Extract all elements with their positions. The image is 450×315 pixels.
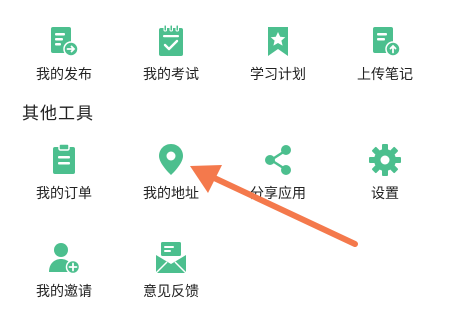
tools-row-2: 我的邀请 意见反馈 [0,234,450,314]
my-exams-label: 我的考试 [143,67,199,83]
my-address-tile[interactable]: 我的地址 [115,136,227,216]
invite-user-icon [46,240,82,276]
location-pin-icon [153,142,189,178]
settings-label: 设置 [371,186,399,202]
section-title-other-tools: 其他工具 [22,104,94,124]
study-plan-tile[interactable]: 学习计划 [222,0,334,83]
share-app-tile[interactable]: 分享应用 [222,136,334,216]
upload-notes-label: 上传笔记 [357,67,413,83]
my-exams-tile[interactable]: 我的考试 [115,0,227,83]
feedback-label: 意见反馈 [143,284,199,300]
note-upload-icon [367,24,403,60]
share-icon [260,142,296,178]
my-invites-label: 我的邀请 [36,284,92,300]
exam-clipboard-icon [153,24,189,60]
my-orders-label: 我的订单 [36,186,92,202]
star-bookmark-icon [260,24,296,60]
order-clipboard-icon [46,142,82,178]
settings-tile[interactable]: 设置 [329,136,441,216]
top-shortcut-row: 我的发布 我的考试 学习计划 上传笔记 [0,0,450,83]
gear-icon [367,142,403,178]
study-plan-label: 学习计划 [250,67,306,83]
upload-notes-tile[interactable]: 上传笔记 [329,0,441,83]
feedback-tile[interactable]: 意见反馈 [115,234,227,314]
my-invites-tile[interactable]: 我的邀请 [8,234,120,314]
my-posts-tile[interactable]: 我的发布 [8,0,120,83]
tools-row-1: 我的订单 我的地址 分享应用 设置 [0,136,450,216]
share-app-label: 分享应用 [250,186,306,202]
feedback-envelope-icon [153,240,189,276]
my-posts-label: 我的发布 [36,67,92,83]
my-orders-tile[interactable]: 我的订单 [8,136,120,216]
my-address-label: 我的地址 [143,186,199,202]
document-share-icon [46,24,82,60]
